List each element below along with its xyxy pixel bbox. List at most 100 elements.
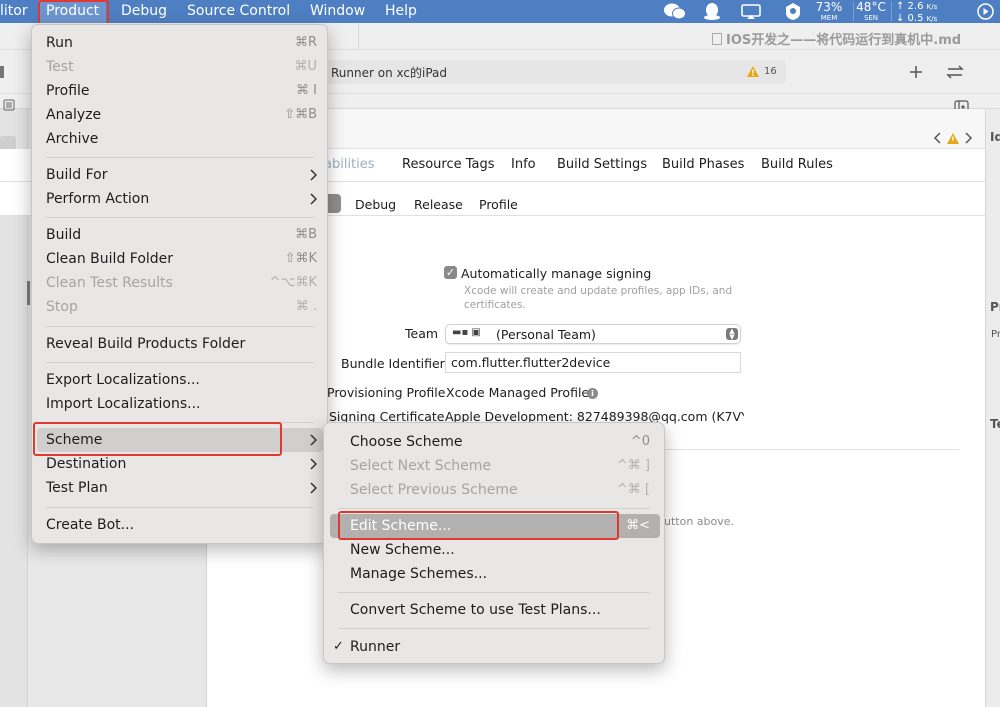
sidebar-toggle-icon[interactable] — [0, 66, 4, 78]
menu-separator — [46, 217, 314, 218]
qq-icon[interactable] — [703, 2, 721, 21]
checkmark-icon: ✓ — [333, 639, 344, 654]
edit-scheme-annotation-box — [338, 511, 619, 540]
select-arrows-icon: ▲ ▼ — [726, 328, 738, 341]
add-icon[interactable] — [908, 64, 924, 80]
capability-hint: utton above. — [664, 515, 735, 528]
menu-separator — [46, 157, 314, 158]
menu-item-clean-build-folder[interactable]: Clean Build Folder ⇧⌘K — [32, 247, 327, 271]
tab-capabilities[interactable]: abilities — [324, 157, 375, 172]
info-icon[interactable]: i — [587, 388, 598, 399]
memory-stat[interactable]: 73% MEM — [815, 0, 843, 23]
network-stat[interactable]: ↑ 2.6 K/s ↓ 0.5 K/s — [896, 1, 956, 25]
activity-view[interactable]: Runner on xc的iPad 16 — [318, 60, 786, 84]
menu-item-reveal-build-products[interactable]: Reveal Build Products Folder — [32, 332, 327, 356]
tab-info[interactable]: Info — [511, 157, 536, 172]
menu-debug[interactable]: Debug — [121, 2, 167, 21]
scheme-submenu: Choose Scheme ^0 Select Next Scheme ^⌘ ] S… — [323, 422, 665, 664]
team-avatar-icon: ▬▪ ▣ — [452, 327, 481, 338]
display-icon[interactable] — [740, 2, 762, 21]
menu-window[interactable]: Window — [310, 2, 365, 21]
team-value: (Personal Team) — [496, 327, 596, 342]
chevron-right-icon[interactable] — [964, 131, 974, 145]
tab-resource-tags[interactable]: Resource Tags — [402, 157, 495, 172]
provisioning-value: Xcode Managed Profile — [446, 385, 590, 400]
inspector-pr-item: Pr — [991, 329, 1000, 340]
menu-item-stop: Stop ⌘ . — [46, 299, 317, 315]
menu-help[interactable]: Help — [385, 2, 417, 21]
inspector-te-heading: Te — [990, 417, 1000, 431]
status-divider — [853, 2, 854, 21]
temperature-label: SEN — [863, 14, 879, 22]
section-divider — [664, 449, 959, 450]
wechat-icon[interactable] — [663, 2, 687, 21]
scheme-annotation-box — [33, 422, 282, 456]
menu-item-manage-schemes[interactable]: Manage Schemes... — [324, 562, 664, 586]
product-annotation-box — [38, 0, 109, 25]
menu-separator — [338, 592, 650, 593]
menu-item-build[interactable]: Build ⌘B — [32, 223, 327, 247]
menu-separator — [46, 326, 314, 327]
warning-icon[interactable] — [946, 132, 960, 145]
menu-item-import-localizations[interactable]: Import Localizations... — [32, 392, 327, 416]
menu-separator — [46, 507, 314, 508]
inspector-pr-heading: Pr — [990, 300, 1000, 314]
tab-divider — [358, 23, 359, 49]
menu-item-archive[interactable]: Archive — [32, 127, 327, 151]
chevron-right-icon — [310, 169, 317, 181]
shield-icon[interactable] — [785, 2, 801, 21]
config-profile[interactable]: Profile — [479, 197, 518, 212]
menu-item-build-for[interactable]: Build For — [32, 163, 327, 187]
auto-signing-label: Automatically manage signing — [461, 266, 652, 281]
warning-count: 16 — [764, 66, 777, 77]
warning-icon[interactable] — [746, 65, 760, 78]
menu-item-test-plan[interactable]: Test Plan — [32, 476, 327, 500]
temperature-value: 48°C — [856, 0, 886, 14]
tab-build-settings[interactable]: Build Settings — [557, 157, 647, 172]
tab-build-rules[interactable]: Build Rules — [761, 157, 833, 172]
menu-item-export-localizations[interactable]: Export Localizations... — [32, 368, 327, 392]
inspector-panel: Id Pr Pr Te — [985, 109, 1000, 707]
menu-item-analyze[interactable]: Analyze ⇧⌘B — [32, 103, 327, 127]
swap-arrows-icon[interactable] — [945, 64, 965, 80]
menu-item-run[interactable]: Run ⌘R — [32, 31, 327, 55]
tab-build-phases[interactable]: Build Phases — [662, 157, 744, 172]
product-menu: Run ⌘R Test ⌘U Profile ⌘ I Analyze ⇧⌘B Archi… — [31, 24, 328, 544]
team-select[interactable]: ▬▪ ▣ (Personal Team) ▲ ▼ — [445, 324, 741, 344]
auto-signing-checkbox[interactable]: ✓ — [444, 266, 457, 279]
bundle-id-value: com.flutter.flutter2device — [451, 355, 611, 370]
menu-item-profile[interactable]: Profile ⌘ I — [32, 79, 327, 103]
chevron-left-icon[interactable] — [932, 131, 942, 145]
network-up: ↑ 2.6 K/s — [896, 1, 938, 12]
run-destination-label: Runner on xc的iPad — [331, 66, 447, 80]
temperature-stat[interactable]: 48°C SEN — [854, 0, 888, 23]
config-all-selected[interactable] — [326, 194, 341, 213]
memory-label: MEM — [820, 14, 838, 22]
menu-editor[interactable]: litor — [0, 2, 28, 21]
team-label: Team — [405, 326, 439, 341]
menu-item-create-bot[interactable]: Create Bot... — [32, 513, 327, 537]
menu-item-runner-scheme[interactable]: ✓ Runner — [324, 635, 664, 659]
bundle-id-field[interactable]: com.flutter.flutter2device — [445, 352, 741, 373]
menu-item-convert-scheme[interactable]: Convert Scheme to use Test Plans... — [324, 598, 664, 622]
list-icon[interactable] — [3, 99, 15, 111]
menu-item-perform-action[interactable]: Perform Action — [32, 187, 327, 211]
scroll-indicator — [27, 281, 30, 305]
chevron-right-icon — [310, 458, 317, 470]
chevron-right-icon — [310, 482, 317, 494]
config-release[interactable]: Release — [414, 197, 463, 212]
memory-percent: 73% — [815, 0, 843, 14]
menu-item-test: Test ⌘U — [46, 59, 317, 75]
menu-source-control[interactable]: Source Control — [187, 2, 290, 21]
config-debug[interactable]: Debug — [355, 197, 396, 212]
menu-bar: litor Product Debug Source Control Windo… — [0, 0, 1000, 25]
status-divider — [891, 2, 892, 21]
menu-item-choose-scheme[interactable]: Choose Scheme ^0 — [324, 430, 664, 454]
bundle-id-label: Bundle Identifier — [341, 356, 445, 371]
play-circle-icon[interactable] — [977, 3, 994, 20]
document-title[interactable]: IOS开发之——将代码运行到真机中.md — [712, 29, 961, 48]
inspector-identity: Id — [990, 130, 1000, 144]
chevron-right-icon — [310, 434, 317, 446]
menu-item-new-scheme[interactable]: New Scheme... — [324, 538, 664, 562]
menu-separator — [338, 508, 650, 509]
